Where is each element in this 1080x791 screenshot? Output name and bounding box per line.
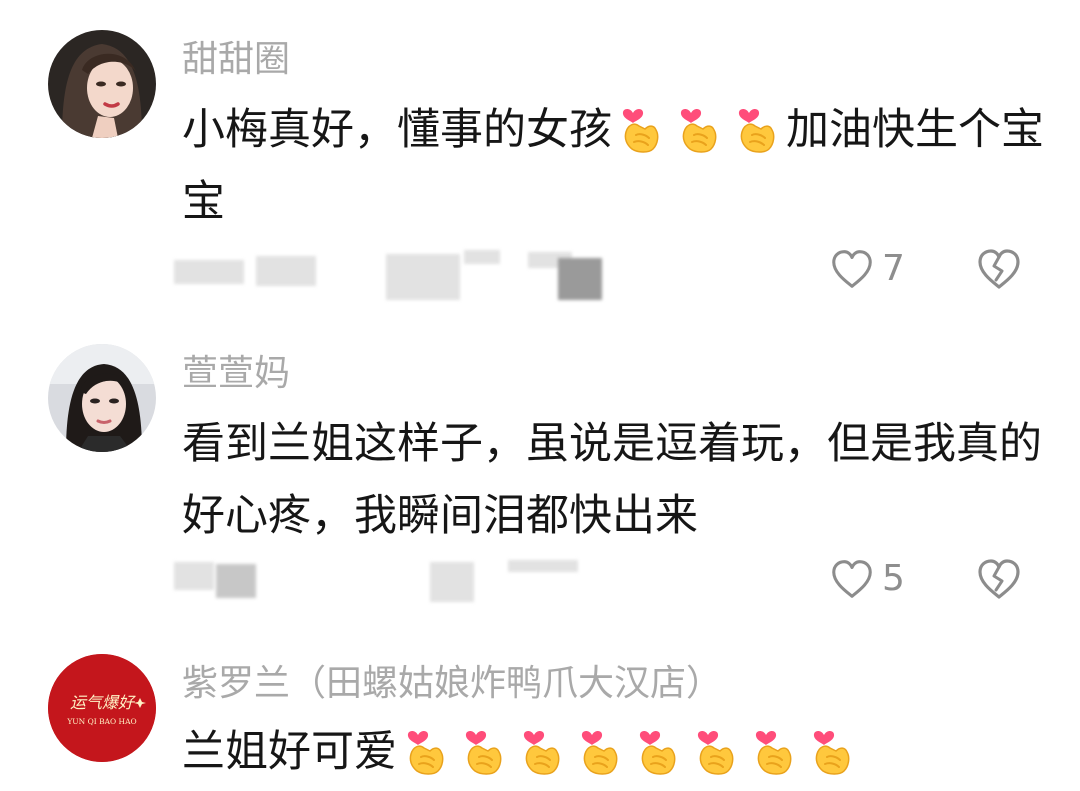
heart-outline-icon [828, 245, 876, 293]
comment-username[interactable]: 甜甜圈 [182, 38, 290, 82]
finger-heart-emoji [676, 102, 722, 154]
broken-heart-icon[interactable] [974, 554, 1024, 604]
finger-heart-emoji [809, 724, 855, 776]
like-count: 5 [882, 558, 905, 599]
finger-heart-emoji [734, 102, 780, 154]
finger-heart-emoji [751, 724, 797, 776]
finger-heart-emoji [577, 724, 623, 776]
avatar-logo-subtext: YUN QI BAO HAO [66, 717, 136, 726]
like-button[interactable]: 5 [828, 554, 905, 604]
finger-heart-emoji [519, 724, 565, 776]
broken-heart-icon[interactable] [974, 244, 1024, 294]
finger-heart-emoji [635, 724, 681, 776]
comment-item: 萱萱妈 看到兰姐这样子，虽说是逗着玩，但是我真的好心疼，我瞬间泪都快出来 5 [0, 320, 1080, 640]
avatar[interactable]: 运气爆好 YUN QI BAO HAO [48, 654, 156, 762]
comment-text: 小梅真好，懂事的女孩 加油快生个宝宝 [182, 94, 1052, 238]
heart-outline-icon [828, 555, 876, 603]
comment-text: 兰姐好可爱 [182, 716, 1052, 788]
avatar-logo-text: 运气爆好 [70, 693, 136, 712]
comment-item: 甜甜圈 小梅真好，懂事的女孩 加油快生个宝宝 7 [0, 0, 1080, 320]
comment-item: 运气爆好 YUN QI BAO HAO 紫罗兰（田螺姑娘炸鸭爪大汉店） 兰姐好可… [0, 640, 1080, 791]
finger-heart-emoji [693, 724, 739, 776]
comment-username[interactable]: 萱萱妈 [182, 352, 290, 396]
finger-heart-emoji [403, 724, 449, 776]
finger-heart-emoji [618, 102, 664, 154]
comment-text-part: 兰姐好可爱 [182, 727, 397, 777]
finger-heart-emoji [461, 724, 507, 776]
comment-meta-redacted [172, 558, 622, 608]
comment-text-part: 小梅真好，懂事的女孩 [182, 105, 612, 155]
comment-text: 看到兰姐这样子，虽说是逗着玩，但是我真的好心疼，我瞬间泪都快出来 [182, 419, 1042, 541]
avatar[interactable] [48, 30, 156, 138]
comment-meta-redacted [172, 248, 622, 300]
like-button[interactable]: 7 [828, 244, 905, 294]
avatar[interactable] [48, 344, 156, 452]
like-count: 7 [882, 248, 905, 289]
comment-username[interactable]: 紫罗兰（田螺姑娘炸鸭爪大汉店） [182, 662, 722, 706]
